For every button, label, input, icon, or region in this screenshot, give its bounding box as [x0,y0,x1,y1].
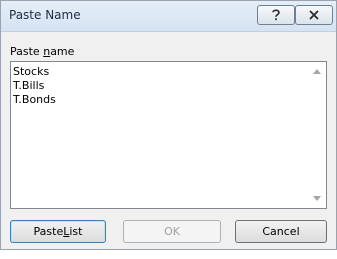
close-icon [309,10,319,20]
paste-list-label-suffix: ist [69,225,83,238]
scroll-down-arrow-icon[interactable] [313,196,321,201]
paste-name-label-suffix: ame [50,45,75,58]
close-button[interactable] [295,5,333,25]
list-item[interactable]: T.Bonds [13,93,56,107]
dialog-title: Paste Name [9,8,81,22]
vertical-scrollbar[interactable] [309,62,326,208]
help-button[interactable] [257,5,295,25]
ok-button[interactable]: OK [123,220,221,243]
help-icon [272,9,280,21]
list-item[interactable]: Stocks [13,65,56,79]
title-bar: Paste Name [1,1,336,32]
cancel-button[interactable]: Cancel [235,220,327,243]
paste-list-button[interactable]: Paste List [10,220,106,243]
paste-name-label-prefix: Paste [10,45,44,58]
paste-list-label-prefix: Paste [33,225,64,238]
scroll-up-arrow-icon[interactable] [313,69,321,74]
paste-name-dialog: Paste Name Paste name Stocks T.Bills T.B… [0,0,337,250]
paste-name-label: Paste name [10,45,74,58]
paste-name-list[interactable]: Stocks T.Bills T.Bonds [10,61,327,209]
list-item[interactable]: T.Bills [13,79,56,93]
